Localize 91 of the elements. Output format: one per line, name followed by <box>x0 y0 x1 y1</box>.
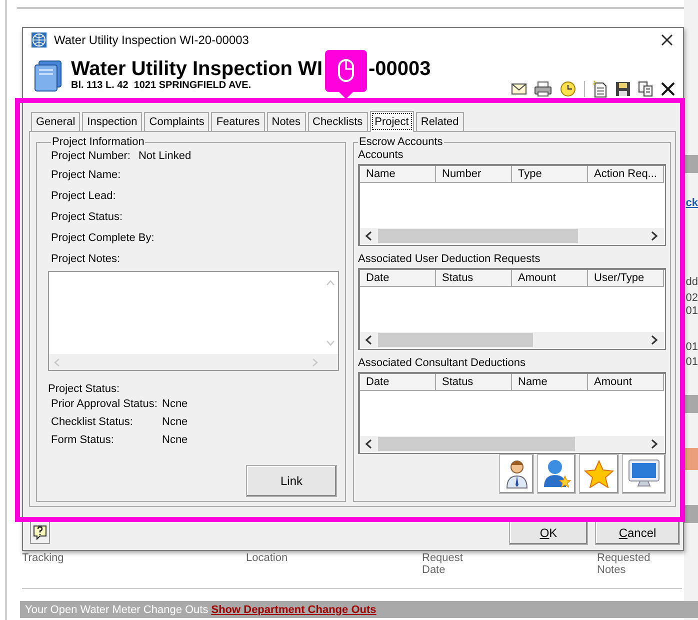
column-header[interactable]: Name <box>360 166 436 183</box>
new-document-icon[interactable] <box>592 80 608 98</box>
record-heading: Water Utility Inspection WI <box>71 58 322 80</box>
status-label: Checklist Status: <box>51 416 134 428</box>
tab[interactable]: Related <box>416 112 464 131</box>
field-label: Project Lead: <box>51 190 116 202</box>
field-label: Project Number: <box>51 150 130 162</box>
group-title: Escrow Accounts <box>358 136 444 148</box>
delete-icon[interactable] <box>661 82 675 96</box>
column-header[interactable]: User/Type <box>588 270 664 287</box>
column-header: Request Date <box>422 552 464 576</box>
monitor-icon <box>628 459 660 489</box>
tab[interactable]: Notes <box>266 112 306 131</box>
field-label: Project Complete By: <box>51 232 154 244</box>
printer-icon[interactable] <box>534 81 552 97</box>
text-fragment: 01 <box>686 305 698 317</box>
column-header: Requested Notes <box>597 552 652 576</box>
tab[interactable]: General <box>31 112 80 131</box>
text-fragment: dd <box>686 276 698 288</box>
status-label: Prior Approval Status: <box>51 398 158 410</box>
status-label: Form Status: <box>51 434 115 446</box>
table-title: Accounts <box>358 148 404 163</box>
row-stripe <box>684 448 698 470</box>
window-title: Water Utility Inspection WI-20-00003 <box>54 33 250 47</box>
column-header[interactable]: Date <box>360 270 436 287</box>
text-fragment: 02 <box>686 292 698 304</box>
field-value: Not Linked <box>138 150 192 162</box>
person-icon <box>504 459 528 489</box>
copy-icon[interactable] <box>638 81 654 97</box>
monitor-button[interactable] <box>622 454 666 494</box>
star-icon <box>584 460 614 488</box>
scroll-right-icon[interactable] <box>651 335 658 345</box>
column-header[interactable]: Name <box>512 374 588 391</box>
field-label: Project Name: <box>51 168 121 180</box>
column-header[interactable]: Status <box>436 374 512 391</box>
row-stripe <box>684 395 698 413</box>
column-header: Location <box>246 552 289 566</box>
scroll-right-icon[interactable] <box>651 231 658 241</box>
favorite-button[interactable] <box>579 454 619 494</box>
add-user-button[interactable] <box>537 454 576 494</box>
section-title: Your Open Water Meter Change Outs <box>25 604 208 616</box>
cancel-button[interactable]: Cancel <box>595 520 680 545</box>
status-value: Ncne <box>162 416 188 428</box>
scroll-right-icon[interactable] <box>651 439 658 449</box>
scrollbar-thumb[interactable] <box>378 437 575 451</box>
tab[interactable]: Inspection <box>82 112 142 131</box>
help-button[interactable] <box>30 521 50 544</box>
help-icon <box>33 524 47 540</box>
tab[interactable]: Features <box>211 112 265 131</box>
user-star-icon <box>542 459 570 489</box>
column-header: Tracking <box>22 552 65 566</box>
status-value: Ncne <box>162 434 188 446</box>
tab[interactable]: Complaints <box>144 112 210 131</box>
close-icon[interactable] <box>661 34 673 46</box>
table-title: Associated Consultant Deductions <box>358 356 527 371</box>
record-heading: -00003 <box>368 58 431 80</box>
person-button[interactable] <box>499 454 534 494</box>
column-header[interactable]: Amount <box>588 374 664 391</box>
row-stripe <box>684 155 698 173</box>
column-header[interactable]: Date <box>360 374 436 391</box>
globe-icon <box>31 32 47 48</box>
save-icon[interactable] <box>615 81 631 97</box>
group-title: Project Information <box>51 136 146 148</box>
link-button[interactable]: Link <box>246 465 337 497</box>
clock-icon[interactable] <box>559 81 577 97</box>
text-fragment: 01 <box>686 341 698 353</box>
row-stripe <box>684 505 698 523</box>
column-header[interactable]: Status <box>436 270 512 287</box>
field-label: Project Status: <box>51 210 123 222</box>
link-fragment[interactable]: ck <box>686 197 698 209</box>
scroll-left-icon[interactable] <box>365 231 372 241</box>
status-value: Ncne <box>162 398 188 410</box>
department-link[interactable]: Show Department Change Outs <box>211 604 376 616</box>
column-header[interactable]: Type <box>512 166 588 183</box>
column-header[interactable]: Amount <box>512 270 588 287</box>
scroll-left-icon[interactable] <box>365 439 372 449</box>
section-label: Project Status: <box>48 383 121 395</box>
field-label: Project Notes: <box>51 252 120 264</box>
column-header[interactable]: Number <box>436 166 512 183</box>
tab[interactable]: Project <box>370 111 414 132</box>
table-title: Associated User Deduction Requests <box>358 252 542 267</box>
scrollbar-thumb[interactable] <box>378 333 533 347</box>
address-text: Bl. 113 L. 42 1021 SPRINGFIELD AVE. <box>71 80 252 91</box>
ok-button[interactable]: OK <box>509 520 588 545</box>
scrollbar-thumb[interactable] <box>378 229 578 243</box>
book-icon <box>33 60 63 92</box>
column-header[interactable]: Action Req... <box>588 166 664 183</box>
text-fragment: 01 <box>686 356 698 368</box>
scroll-left-icon[interactable] <box>365 335 372 345</box>
envelope-icon[interactable] <box>511 82 527 96</box>
tab[interactable]: Checklists <box>308 112 368 131</box>
